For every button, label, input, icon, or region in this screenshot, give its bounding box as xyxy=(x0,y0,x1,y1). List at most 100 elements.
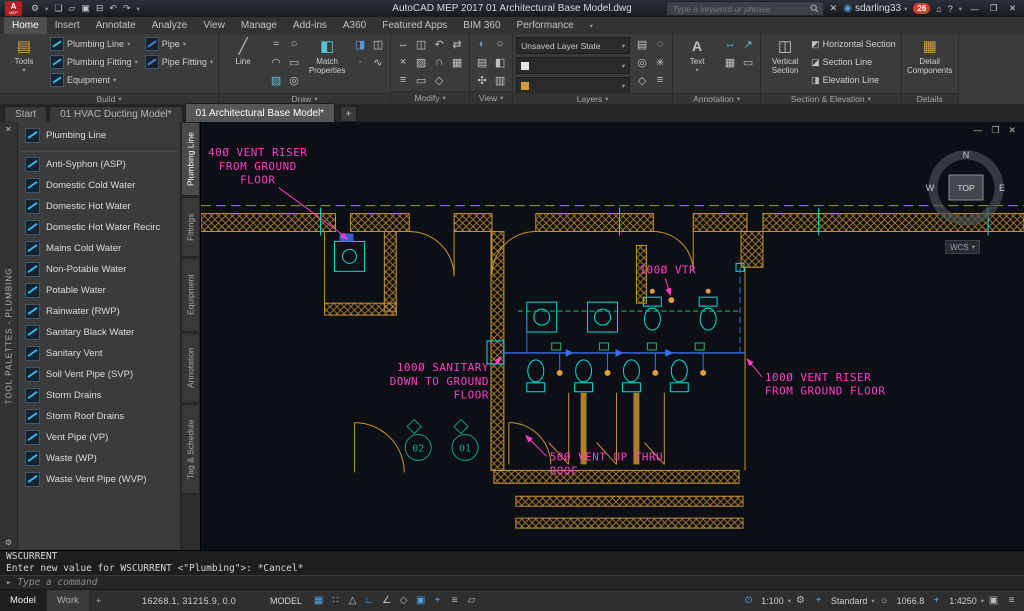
layer-lock-icon[interactable]: ◇ xyxy=(638,74,646,87)
undo-icon[interactable]: ↶ xyxy=(109,3,117,14)
command-input[interactable]: ▸ Type a command xyxy=(0,575,1024,589)
palette-item[interactable]: Vent Pipe (VP) xyxy=(18,427,180,448)
panel-label-section[interactable]: Section & Elevation▾ xyxy=(761,93,901,104)
search-icon[interactable] xyxy=(810,4,819,13)
view-manager-icon[interactable]: ▤ xyxy=(477,56,487,69)
pipe-button[interactable]: Pipe▾ xyxy=(143,35,215,53)
app-store-icon[interactable]: ⌂ xyxy=(936,4,941,14)
viewport-close-icon[interactable]: ✕ xyxy=(1008,125,1016,136)
open-file-icon[interactable]: ▱ xyxy=(68,3,75,14)
leader-icon[interactable]: ↗ xyxy=(743,38,752,51)
array-icon[interactable]: ▦ xyxy=(452,56,462,69)
palette-item[interactable]: Sanitary Vent xyxy=(18,343,180,364)
vertical-section-button[interactable]: ◫ Vertical Section xyxy=(764,35,806,92)
drawing-canvas[interactable]: 02 01 40Ø VENT RISER FROM GROUND FLOOR 1… xyxy=(201,122,1024,550)
ellipse-icon[interactable]: ◎ xyxy=(289,74,299,87)
horizontal-section-button[interactable]: ◩Horizontal Section xyxy=(809,35,898,53)
section-line-button[interactable]: ◪Section Line xyxy=(809,53,898,71)
tab-addins[interactable]: Add-ins xyxy=(285,17,335,34)
visual-style-icon[interactable]: ▥ xyxy=(495,74,505,87)
new-file-icon[interactable]: ❏ xyxy=(54,3,62,14)
rotate-icon[interactable]: ↶ xyxy=(434,38,443,51)
arc-icon[interactable]: ◠ xyxy=(271,56,281,69)
palette-properties-icon[interactable]: ⚙ xyxy=(0,538,17,547)
viewport-scale[interactable]: 1:4250 xyxy=(946,596,980,606)
palette-item[interactable]: Potable Water xyxy=(18,280,180,301)
palette-tab-equipment[interactable]: Equipment xyxy=(181,258,200,332)
help-search[interactable] xyxy=(666,1,824,16)
trim-icon[interactable]: × xyxy=(400,56,406,68)
text-button[interactable]: A Text ▾ xyxy=(676,35,718,92)
signin-user[interactable]: ◉ sdarling33 ▾ xyxy=(843,3,907,14)
panel-label-annotation[interactable]: Annotation▾ xyxy=(673,93,760,104)
chevron-down-icon[interactable]: ▾ xyxy=(45,5,48,13)
qat-dropdown-icon[interactable]: ▾ xyxy=(137,5,140,13)
tab-performance[interactable]: Performance xyxy=(509,17,582,34)
tab-manage[interactable]: Manage xyxy=(233,17,285,34)
app-logo[interactable]: A MEP xyxy=(5,1,22,16)
layout-tab-model[interactable]: Model xyxy=(0,590,46,611)
circle-icon[interactable]: ○ xyxy=(291,38,298,50)
ortho-toggle-icon[interactable]: ∟ xyxy=(361,595,378,606)
tab-view[interactable]: View xyxy=(195,17,233,34)
palette-item[interactable]: Rainwater (RWP) xyxy=(18,301,180,322)
layer-off-icon[interactable]: ◌ xyxy=(657,38,664,50)
palette-item[interactable]: Sanitary Black Water xyxy=(18,322,180,343)
minimize-button[interactable]: — xyxy=(968,4,981,14)
offset-icon[interactable]: ≡ xyxy=(400,74,406,86)
file-tab-start[interactable]: Start xyxy=(4,106,47,122)
snap-toggle-icon[interactable]: ∷ xyxy=(327,595,344,606)
notification-badge[interactable]: 26 xyxy=(913,3,930,14)
osnap-toggle-icon[interactable]: ▣ xyxy=(412,595,429,606)
grid-toggle-icon[interactable]: ▦ xyxy=(310,595,327,606)
annotation-visibility-icon[interactable]: ⊙ xyxy=(740,595,757,606)
palette-tab-fittings[interactable]: Fittings xyxy=(181,197,200,257)
drawing-area[interactable]: 02 01 40Ø VENT RISER FROM GROUND FLOOR 1… xyxy=(201,122,1024,550)
redo-icon[interactable]: ↷ xyxy=(123,3,131,14)
new-tab-button[interactable]: + xyxy=(340,106,357,122)
spline-icon[interactable]: ∿ xyxy=(373,56,382,69)
infer-constraints-icon[interactable]: △ xyxy=(344,595,361,606)
panel-label-layers[interactable]: Layers▾ xyxy=(513,93,672,104)
match-properties-button[interactable]: ◧ Match Properties xyxy=(306,35,348,92)
region-icon[interactable]: ◫ xyxy=(373,38,383,51)
layer-filter-dropdown[interactable]: ▾ xyxy=(516,77,630,94)
save-icon[interactable]: ▣ xyxy=(81,3,90,14)
palette-item[interactable]: Domestic Hot Water xyxy=(18,196,180,217)
help-icon[interactable]: ? xyxy=(948,4,953,14)
equipment-button[interactable]: Equipment▾ xyxy=(48,71,140,89)
zoom-icon[interactable]: ○ xyxy=(497,38,504,50)
palette-item[interactable]: Non-Potable Water xyxy=(18,259,180,280)
mask-icon[interactable]: ▭ xyxy=(743,56,753,69)
palette-item[interactable]: Anti-Syphon (ASP) xyxy=(18,154,180,175)
tab-insert[interactable]: Insert xyxy=(47,17,88,34)
plumbing-line-button[interactable]: Plumbing Line▾ xyxy=(48,35,140,53)
dimension-icon[interactable]: ↔ xyxy=(725,38,736,50)
otrack-toggle-icon[interactable]: + xyxy=(429,595,446,606)
erase-icon[interactable]: ▨ xyxy=(416,56,426,69)
palette-tab-tag-schedule[interactable]: Tag & Schedule xyxy=(181,404,200,494)
palette-title-strip[interactable]: ✕ TOOL PALETTES - PLUMBING ⚙ xyxy=(0,122,18,550)
viewcube[interactable]: N W E TOP xyxy=(922,144,1010,232)
point-icon[interactable]: · xyxy=(358,56,362,68)
mirror-icon[interactable]: ⇄ xyxy=(452,38,461,51)
tab-bim360[interactable]: BIM 360 xyxy=(455,17,508,34)
gradient-icon[interactable]: ◨ xyxy=(355,38,365,51)
viewport-restore-icon[interactable]: ❐ xyxy=(991,125,999,136)
panel-label-view[interactable]: View▾ xyxy=(470,91,512,104)
pan-icon[interactable]: ✣ xyxy=(477,74,486,87)
move-icon[interactable]: ↔ xyxy=(398,38,409,50)
plus-icon[interactable]: + xyxy=(928,595,945,606)
annotation-scale[interactable]: 1:100 xyxy=(758,596,787,606)
rectangle-icon[interactable]: ▭ xyxy=(289,56,299,69)
layer-properties-icon[interactable]: ▤ xyxy=(637,38,647,51)
search-input[interactable] xyxy=(671,3,806,15)
tab-analyze[interactable]: Analyze xyxy=(144,17,196,34)
layer-isolate-icon[interactable]: ◎ xyxy=(637,56,647,69)
panel-label-details[interactable]: Details xyxy=(902,93,958,104)
workspace-gear-icon[interactable]: ⚙ xyxy=(792,595,809,606)
scale-icon[interactable]: ◇ xyxy=(435,74,443,87)
close-button[interactable]: ✕ xyxy=(1006,3,1019,14)
orbit-icon[interactable]: ◐ xyxy=(479,38,486,50)
viewport-icon[interactable]: ◧ xyxy=(495,56,505,69)
